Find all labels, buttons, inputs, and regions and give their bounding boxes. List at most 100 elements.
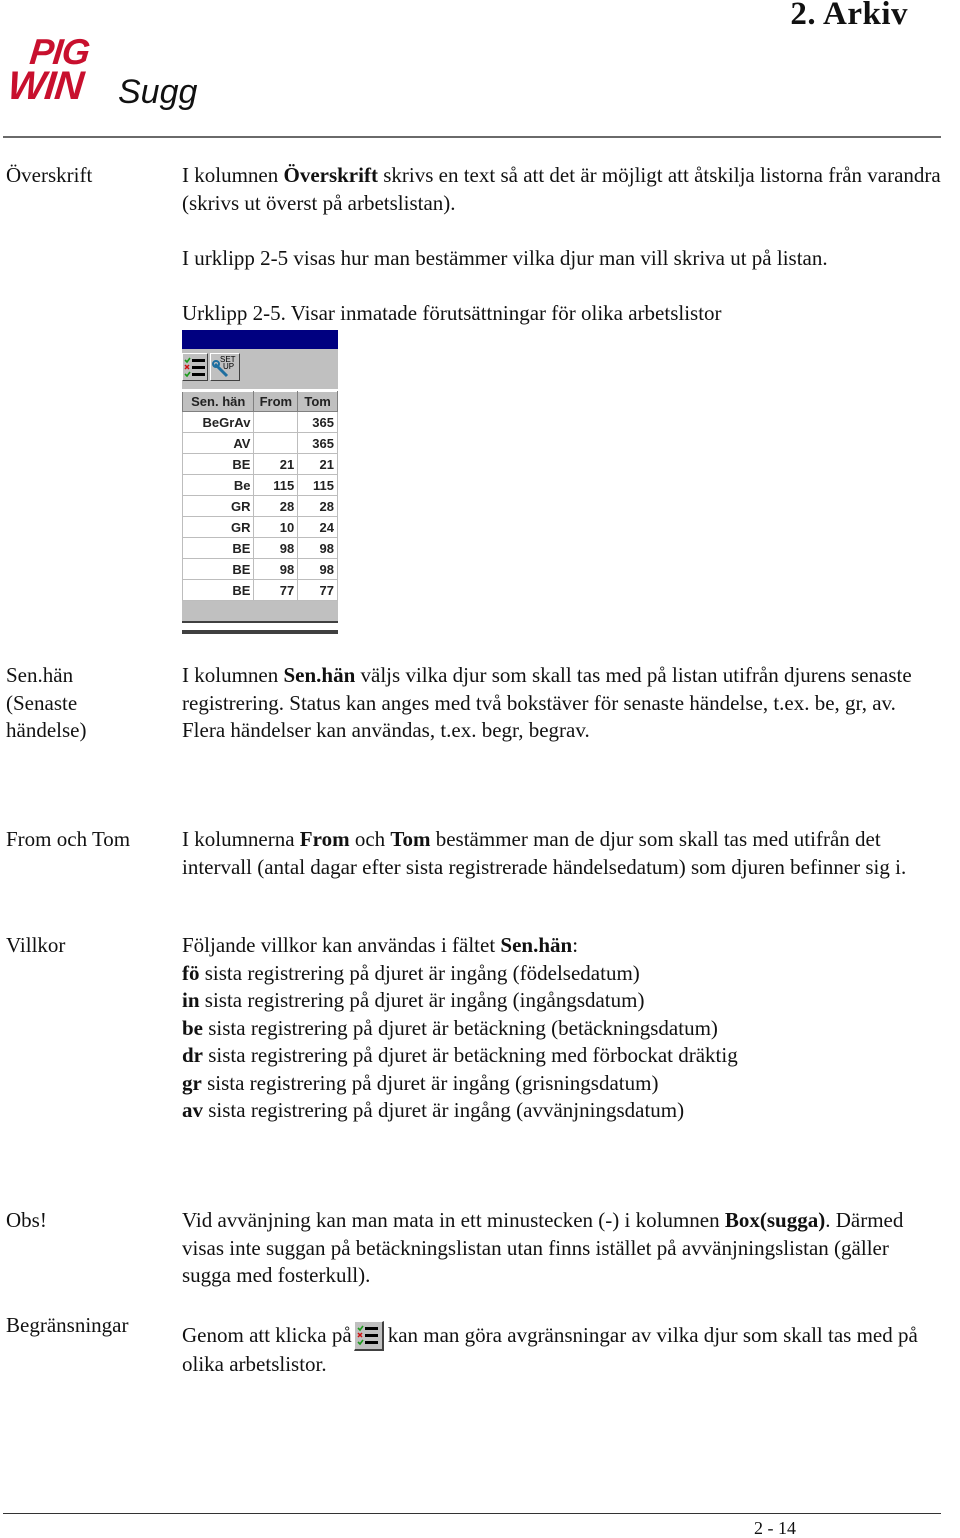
section-text-overskrift: I kolumnen Överskrift skrivs en text så … bbox=[182, 162, 960, 217]
cell-tom[interactable]: 98 bbox=[297, 537, 338, 559]
condition-code: in bbox=[182, 988, 200, 1012]
cell-senhan[interactable]: BE bbox=[181, 453, 255, 475]
criteria-list-icon bbox=[184, 357, 205, 378]
text: Följande villkor kan användas i fältet bbox=[182, 933, 501, 957]
table-row: Be 115 115 bbox=[181, 474, 338, 496]
cell-tom[interactable]: 115 bbox=[297, 474, 338, 496]
text: Genom att klicka på bbox=[182, 1323, 352, 1347]
criteria-list-button[interactable] bbox=[182, 353, 208, 381]
cell-from[interactable]: 98 bbox=[253, 558, 299, 580]
condition-item: be sista registrering på djuret är betäc… bbox=[182, 1015, 960, 1043]
cell-senhan[interactable]: BE bbox=[181, 579, 255, 601]
clip-divider bbox=[182, 621, 338, 623]
condition-code: dr bbox=[182, 1043, 203, 1067]
section-label-senhan: Sen.hän (Senaste händelse) bbox=[6, 662, 86, 745]
table-row: BE 77 77 bbox=[181, 579, 338, 601]
text: : bbox=[572, 933, 579, 957]
header-divider bbox=[3, 136, 941, 138]
text: och bbox=[349, 827, 391, 851]
clip-divider bbox=[182, 630, 338, 634]
table-row: BE 21 21 bbox=[181, 453, 338, 475]
cell-from[interactable] bbox=[253, 411, 299, 433]
bold-term: Tom bbox=[390, 827, 431, 851]
cell-tom[interactable]: 21 bbox=[297, 453, 338, 475]
section-label-fromtom: From och Tom bbox=[6, 827, 131, 851]
condition-text: sista registrering på djuret är ingång (… bbox=[201, 1070, 659, 1095]
table-row: GR 28 28 bbox=[181, 495, 338, 517]
criteria-list-icon[interactable] bbox=[353, 1321, 384, 1351]
text: I kolumnen bbox=[182, 163, 284, 187]
setup-button[interactable]: SET UP bbox=[210, 353, 240, 381]
label-line: (Senaste bbox=[6, 690, 78, 715]
label-line: Sen.hän bbox=[6, 663, 74, 687]
toolbar: SET UP bbox=[182, 349, 338, 389]
condition-item: in sista registrering på djuret är ingån… bbox=[182, 987, 960, 1015]
criteria-list-icon-glyph bbox=[357, 1325, 378, 1346]
cell-from[interactable] bbox=[253, 432, 299, 454]
condition-code: gr bbox=[182, 1070, 202, 1095]
cell-from[interactable]: 98 bbox=[253, 537, 299, 559]
condition-item: dr sista registrering på djuret är betäc… bbox=[182, 1042, 960, 1070]
cell-from[interactable]: 77 bbox=[253, 579, 299, 601]
cell-tom[interactable]: 24 bbox=[297, 516, 338, 538]
section-text-senhan: I kolumnen Sen.hän väljs vilka djur som … bbox=[182, 662, 942, 745]
cell-senhan[interactable]: AV bbox=[181, 432, 255, 454]
bold-term: From bbox=[299, 827, 350, 851]
figure-caption: Urklipp 2-5. Visar inmatade förutsättnin… bbox=[182, 301, 722, 325]
text: I kolumnen bbox=[182, 663, 284, 687]
condition-item: gr sista registrering på djuret är ingån… bbox=[182, 1070, 960, 1098]
column-header-from[interactable]: From bbox=[253, 391, 299, 412]
cell-from[interactable]: 10 bbox=[253, 516, 299, 538]
pigwin-logo: PIG WIN Sugg bbox=[5, 31, 218, 112]
text: I kolumnerna bbox=[182, 827, 300, 851]
villkor-intro: Följande villkor kan användas i fältet S… bbox=[182, 932, 960, 960]
section-label-villkor: Villkor bbox=[6, 933, 66, 957]
screenshot-clip: SET UP Sen. hän From Tom BeGrAv 365 AV 365 B… bbox=[181, 330, 338, 635]
table-footer-bar bbox=[182, 601, 338, 621]
bold-term: Överskrift bbox=[283, 163, 378, 187]
bold-term: Sen.hän bbox=[283, 663, 356, 687]
section-text-villkor: Följande villkor kan användas i fältet S… bbox=[182, 932, 960, 1125]
condition-item: av sista registrering på djuret är ingån… bbox=[182, 1097, 960, 1125]
cell-tom[interactable]: 77 bbox=[297, 579, 338, 601]
cell-from[interactable]: 28 bbox=[253, 495, 299, 517]
condition-text: sista registrering på djuret är ingång (… bbox=[199, 960, 640, 985]
condition-text: sista registrering på djuret är betäckni… bbox=[203, 1043, 738, 1067]
condition-text: sista registrering på djuret är betäckni… bbox=[203, 1015, 718, 1040]
condition-code: be bbox=[182, 1015, 203, 1040]
column-header-senhan[interactable]: Sen. hän bbox=[181, 391, 255, 412]
cell-senhan[interactable]: Be bbox=[181, 474, 255, 496]
cell-senhan[interactable]: GR bbox=[181, 495, 255, 517]
table-row: BeGrAv 365 bbox=[181, 411, 338, 433]
section-text-obs: Vid avvänjning kan man mata in ett minus… bbox=[182, 1207, 942, 1290]
condition-item: fö sista registrering på djuret är ingån… bbox=[182, 960, 960, 988]
paragraph-urklipp-intro: I urklipp 2-5 visas hur man bestämmer vi… bbox=[182, 246, 828, 270]
cell-senhan[interactable]: GR bbox=[181, 516, 255, 538]
cell-senhan[interactable]: BE bbox=[181, 537, 255, 559]
logo-text-win: WIN bbox=[5, 64, 86, 108]
cell-tom[interactable]: 98 bbox=[297, 558, 338, 580]
cell-tom[interactable]: 28 bbox=[297, 495, 338, 517]
condition-list: fö sista registrering på djuret är ingån… bbox=[182, 960, 960, 1125]
window-titlebar bbox=[182, 330, 338, 349]
svg-text:UP: UP bbox=[223, 362, 234, 371]
column-header-tom[interactable]: Tom bbox=[297, 391, 338, 412]
table-row: BE 98 98 bbox=[181, 558, 338, 580]
cell-tom[interactable]: 365 bbox=[297, 432, 338, 454]
label-line: händelse) bbox=[6, 718, 87, 742]
table-row: BE 98 98 bbox=[181, 537, 338, 559]
bold-term: Box(sugga) bbox=[724, 1208, 826, 1232]
cell-from[interactable]: 115 bbox=[253, 474, 299, 496]
criteria-table: Sen. hän From Tom BeGrAv 365 AV 365 BE 21 21 Be… bbox=[181, 391, 338, 601]
table-row: GR 10 24 bbox=[181, 516, 338, 538]
table-header-row: Sen. hän From Tom bbox=[181, 391, 338, 412]
table-row: AV 365 bbox=[181, 432, 338, 454]
cell-tom[interactable]: 365 bbox=[297, 411, 338, 433]
section-text-begransningar: Genom att klicka på kan man göra avgräns… bbox=[182, 1321, 960, 1379]
logo-product-name: Sugg bbox=[118, 73, 198, 111]
cell-senhan[interactable]: BeGrAv bbox=[181, 411, 255, 433]
cell-senhan[interactable]: BE bbox=[181, 558, 255, 580]
text: Vid avvänjning kan man mata in ett minus… bbox=[182, 1208, 725, 1232]
cell-from[interactable]: 21 bbox=[253, 453, 299, 475]
section-label-begransningar: Begränsningar bbox=[6, 1313, 129, 1337]
